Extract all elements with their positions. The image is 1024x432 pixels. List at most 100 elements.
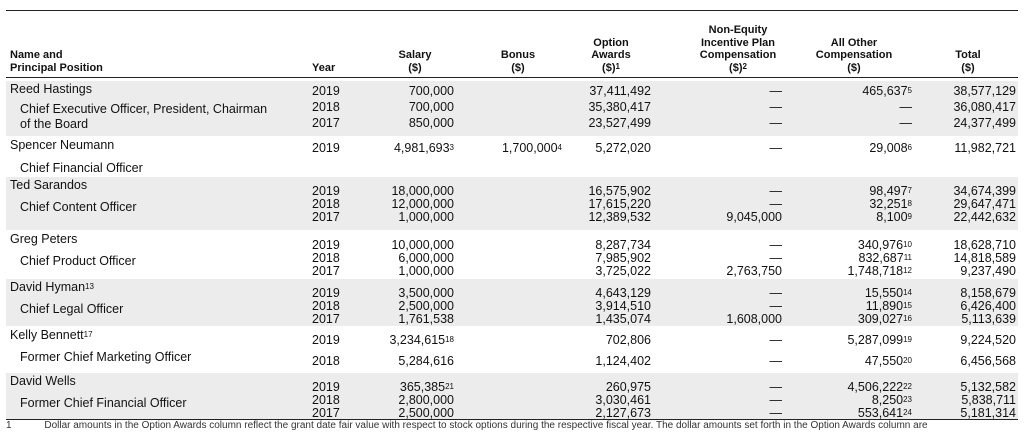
cell-total: 24,377,499 — [953, 117, 1016, 130]
officer-group: Greg Peters Chief Product Officer 2019 10,0… — [6, 231, 1018, 278]
cell-other-footnote: 12 — [903, 266, 912, 275]
cell-option-value: 16,575,902 — [588, 184, 651, 198]
cell-year: 2019 — [312, 334, 340, 347]
cell-other-value: 309,027 — [857, 312, 904, 326]
officer-title: Chief Legal Officer — [20, 302, 124, 316]
cell-option-value: 35,380,417 — [588, 100, 651, 114]
cell-salary: 700,000 — [409, 101, 454, 114]
officer-name-text: Kelly Bennett — [10, 328, 84, 342]
cell-salary-footnote: 3 — [449, 143, 454, 152]
cell-total: 38,577,129 — [953, 85, 1016, 98]
officer-name-text: Greg Peters — [10, 232, 78, 246]
cell-other-value: 47,550 — [864, 354, 904, 368]
cell-salary: 1,000,000 — [398, 265, 454, 278]
cell-total: 22,442,632 — [953, 211, 1016, 224]
cell-nonequity: — — [770, 334, 783, 347]
cell-nonequity-value: — — [769, 197, 783, 211]
cell-salary-value: 4,981,693 — [393, 141, 450, 155]
cell-salary: 1,000,000 — [398, 211, 454, 224]
cell-option: 1,435,074 — [595, 313, 651, 326]
officer-title: Former Chief Marketing Officer — [20, 350, 192, 364]
cell-option: 5,272,020 — [595, 142, 651, 155]
officer-name: Kelly Bennett17 — [10, 329, 93, 342]
cell-nonequity-value: — — [769, 251, 783, 265]
cell-year: 2019 — [312, 142, 340, 155]
cell-nonequity-value: — — [769, 84, 783, 98]
cell-other-value: 465,637 — [862, 84, 908, 98]
cell-option: 12,389,532 — [588, 211, 651, 224]
cell-year-value: 2018 — [312, 393, 340, 407]
cell-total-value: 34,674,399 — [953, 184, 1016, 198]
cell-nonequity-value: — — [769, 354, 783, 368]
officer-name: David Wells — [10, 375, 76, 388]
officer-title: Chief Financial Officer — [20, 161, 143, 175]
header-name-position: Name and Principal Position — [10, 49, 103, 74]
cell-other-footnote: 24 — [903, 408, 912, 417]
cell-total-value: 5,838,711 — [961, 393, 1016, 407]
cell-other: 29,0086 — [869, 142, 912, 155]
officer-group: Reed Hastings Chief Executive Officer, Pr… — [6, 81, 1018, 136]
cell-salary-value: 1,761,538 — [398, 312, 454, 326]
cell-other-footnote: 11 — [903, 253, 912, 262]
cell-year: 2017 — [312, 313, 340, 326]
cell-other-value: 8,250 — [871, 393, 904, 407]
cell-other: 309,02716 — [858, 313, 912, 326]
cell-option-value: 3,725,022 — [595, 264, 651, 278]
cell-total-value: 6,426,400 — [960, 299, 1016, 313]
header-nonequity-footnote: 2 — [742, 61, 747, 71]
cell-nonequity-value: 1,608,000 — [726, 312, 782, 326]
cell-option-value: 3,030,461 — [595, 393, 651, 407]
cell-nonequity: 2,763,750 — [726, 265, 782, 278]
officer-name-text: David Hyman — [10, 280, 86, 294]
cell-year-value: 2017 — [312, 210, 340, 224]
cell-nonequity-value: — — [769, 393, 783, 407]
cell-other-value: 32,251 — [869, 197, 908, 211]
cell-year: 2018 — [312, 355, 340, 368]
cell-nonequity: — — [770, 117, 783, 130]
header-year: Year — [312, 61, 336, 74]
cell-other-footnote: 5 — [907, 86, 912, 95]
cell-nonequity-value: — — [769, 333, 783, 347]
officer-group: Ted Sarandos Chief Content Officer 2019 18,… — [6, 177, 1018, 230]
cell-total-value: 24,377,499 — [953, 116, 1016, 130]
cell-nonequity-value: — — [769, 299, 783, 313]
cell-salary-value: 700,000 — [408, 84, 454, 98]
cell-nonequity-value: 9,045,000 — [726, 210, 782, 224]
cell-salary-value: 365,385 — [399, 380, 446, 394]
cell-year-value: 2019 — [312, 141, 340, 155]
cell-other-footnote: 10 — [903, 240, 912, 249]
cell-total-value: 6,456,568 — [960, 354, 1016, 368]
officer-title: Former Chief Financial Officer — [20, 396, 187, 410]
cell-total: 36,080,417 — [953, 101, 1016, 114]
cell-option: 702,806 — [606, 334, 651, 347]
cell-total: 9,224,520 — [960, 334, 1016, 347]
cell-total-value: 5,113,639 — [961, 312, 1016, 326]
cell-year: 2017 — [312, 265, 340, 278]
cell-other-footnote: 7 — [907, 186, 912, 195]
cell-salary-value: 700,000 — [408, 100, 454, 114]
cell-year-value: 2018 — [312, 197, 340, 211]
cell-year-value: 2019 — [312, 286, 340, 300]
cell-year-value: 2019 — [312, 238, 340, 252]
cell-other: 47,55020 — [865, 355, 912, 368]
cell-total-value: 14,818,589 — [953, 251, 1016, 265]
cell-salary-value: 3,500,000 — [398, 286, 454, 300]
cell-other: 5,287,09919 — [847, 334, 912, 347]
cell-other-footnote: 15 — [903, 301, 912, 310]
cell-salary-value: 3,234,615 — [389, 333, 446, 347]
cell-salary-value: 18,000,000 — [391, 184, 454, 198]
cell-salary-value: 10,000,000 — [391, 238, 454, 252]
cell-other-value: 15,550 — [864, 286, 904, 300]
header-nonequity-text: Non-Equity Incentive Plan Compensation (… — [699, 24, 777, 74]
cell-other-value: 98,497 — [869, 184, 908, 198]
cell-year: 2017 — [312, 117, 340, 130]
cell-year-value: 2018 — [312, 100, 340, 114]
cell-salary: 3,234,61518 — [389, 334, 454, 347]
cell-year-value: 2017 — [312, 406, 340, 420]
cell-option-value: 702,806 — [605, 333, 651, 347]
cell-total: 6,456,568 — [960, 355, 1016, 368]
cell-year: 2017 — [312, 211, 340, 224]
cell-year-value: 2019 — [312, 380, 340, 394]
cell-bonus-value: 1,700,000 — [501, 141, 558, 155]
cell-other-footnote: 22 — [903, 382, 912, 391]
